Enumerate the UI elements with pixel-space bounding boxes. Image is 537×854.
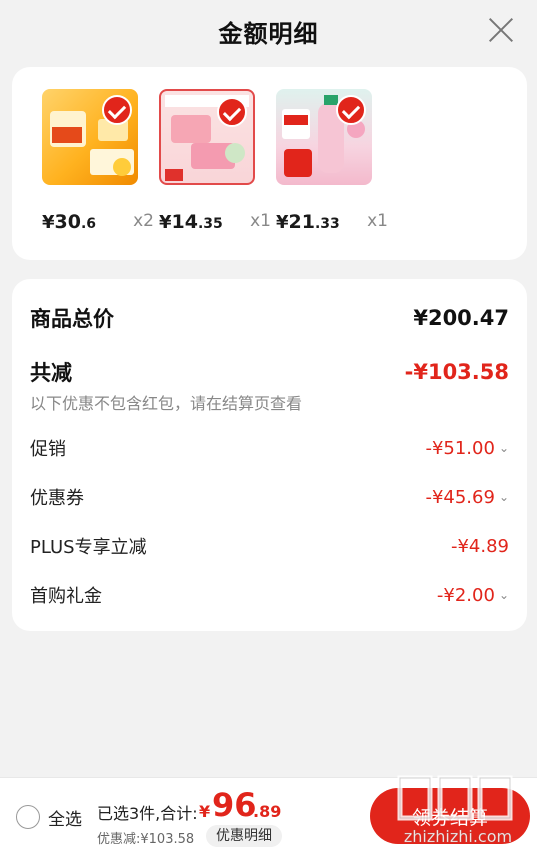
reduction-value: -¥103.58	[404, 360, 509, 384]
selected-count-text: 已选3件,合计:	[97, 804, 198, 823]
discount-amount: -¥45.69	[425, 486, 495, 508]
discount-label: 促销	[30, 439, 66, 460]
discount-label: 首购礼金	[30, 586, 102, 607]
reduction-note: 以下优惠不包含红包，请在结算页查看	[30, 394, 303, 413]
price-integer: 14	[171, 211, 198, 233]
price-integer: 30	[54, 211, 81, 233]
total-row: 商品总价 ¥200.47	[30, 303, 509, 333]
discount-row-promotion[interactable]: 促销 -¥51.00 ⌄	[30, 435, 509, 461]
currency-symbol: ¥	[276, 212, 289, 233]
discount-value: -¥4.89	[451, 536, 509, 557]
discount-amount: -¥4.89	[450, 535, 509, 557]
chevron-down-icon[interactable]: ⌄	[499, 441, 509, 455]
page-title: 金额明细	[218, 19, 319, 48]
summary-card: 商品总价 ¥200.47 共减 -¥103.58 以下优惠不包含红包，请在结算页…	[12, 279, 527, 631]
discount-row-first-purchase[interactable]: 首购礼金 -¥2.00 ⌄	[30, 582, 509, 608]
currency-symbol: ¥	[42, 212, 55, 233]
check-icon[interactable]	[217, 97, 247, 127]
price-decimal: .33	[314, 216, 340, 232]
product-quantity: x1	[250, 211, 271, 231]
discount-value: -¥45.69 ⌄	[425, 487, 509, 508]
reduction-label: 共减	[30, 361, 72, 385]
saved-amount: 优惠减:¥103.58	[97, 832, 195, 847]
total-label: 商品总价	[30, 307, 114, 331]
product-item[interactable]: ¥ 30 .6 x2	[42, 89, 154, 233]
reduction-row: 共减 -¥103.58	[30, 357, 509, 387]
price-integer: 21	[288, 211, 315, 233]
product-quantity: x1	[367, 211, 388, 231]
product-item[interactable]: ¥ 14 .35 x1	[159, 89, 271, 233]
products-card: ¥ 30 .6 x2 ¥ 14 .35 x1 ¥ 21 .33 x1	[12, 67, 527, 260]
product-image	[42, 89, 138, 185]
price-decimal: .35	[197, 216, 223, 232]
discount-row-plus: PLUS专享立减 -¥4.89	[30, 533, 509, 559]
product-price: ¥ 14 .35 x1	[159, 211, 271, 233]
select-all-label[interactable]: 全选	[48, 805, 82, 830]
discount-amount: -¥2.00	[436, 584, 495, 606]
chevron-down-icon[interactable]: ⌄	[499, 588, 509, 602]
header: 金额明细	[0, 0, 537, 62]
discount-detail-button[interactable]: 优惠明细	[206, 825, 282, 847]
check-icon[interactable]	[102, 95, 132, 125]
product-image	[276, 89, 372, 185]
checkout-button[interactable]: 领券结算	[370, 788, 530, 844]
discount-row-coupon[interactable]: 优惠券 -¥45.69 ⌄	[30, 484, 509, 510]
product-quantity: x2	[133, 211, 154, 231]
check-icon[interactable]	[336, 95, 366, 125]
currency-symbol: ¥	[159, 212, 172, 233]
total-value: ¥200.47	[413, 306, 509, 330]
total-decimal: .89	[253, 802, 282, 821]
close-icon[interactable]	[487, 16, 515, 44]
discount-label: 优惠券	[30, 488, 84, 509]
select-all-radio[interactable]	[16, 805, 40, 829]
total-currency: ¥	[199, 802, 211, 821]
chevron-down-icon[interactable]: ⌄	[499, 490, 509, 504]
product-image	[159, 89, 255, 185]
discount-value: -¥51.00 ⌄	[425, 438, 509, 459]
price-decimal: .6	[80, 216, 97, 232]
discount-value: -¥2.00 ⌄	[437, 585, 509, 606]
total-integer: 96	[212, 786, 257, 824]
product-item[interactable]: ¥ 21 .33 x1	[276, 89, 388, 233]
discount-amount: -¥51.00	[425, 437, 495, 459]
product-price: ¥ 21 .33 x1	[276, 211, 388, 233]
product-price: ¥ 30 .6 x2	[42, 211, 154, 233]
bottom-bar: 全选 已选3件,合计: ¥ 96 .89 优惠减:¥103.58 优惠明细 领券…	[0, 777, 537, 854]
discount-label: PLUS专享立减	[30, 537, 147, 558]
